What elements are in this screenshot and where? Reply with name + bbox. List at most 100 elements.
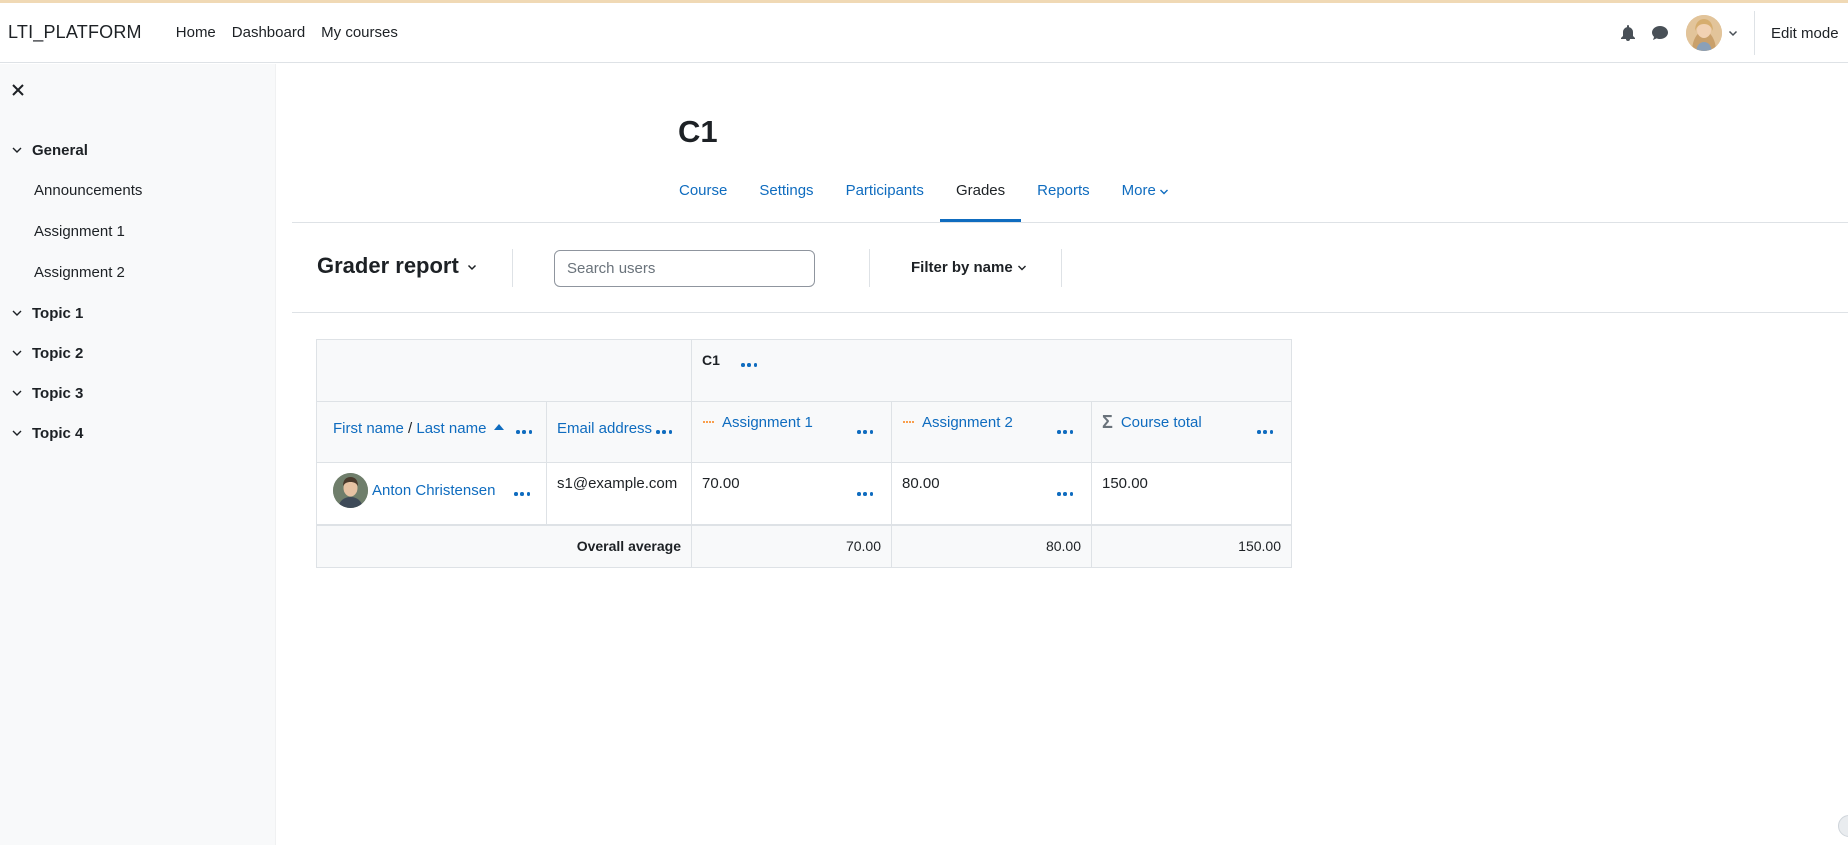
drawer-section-topic-4[interactable]: Topic 4 xyxy=(0,413,276,453)
top-navbar: LTI_PLATFORM Home Dashboard My courses E… xyxy=(0,3,1848,63)
drawer-section-label: Topic 2 xyxy=(32,344,84,362)
drawer-section-general[interactable]: General xyxy=(0,130,276,170)
site-brand[interactable]: LTI_PLATFORM xyxy=(8,22,142,43)
course-index-drawer: General Announcements Assignment 1 Assig… xyxy=(0,64,276,845)
drawer-item-assignment-2[interactable]: Assignment 2 xyxy=(0,252,276,293)
sort-email-link[interactable]: Email address xyxy=(557,420,652,437)
grade-cell-assignment-2[interactable]: 80.00 xyxy=(891,462,1092,525)
grade-actions-icon[interactable] xyxy=(857,491,873,497)
chat-bubble-icon[interactable] xyxy=(1649,22,1671,44)
course-index: General Announcements Assignment 1 Assig… xyxy=(0,130,276,453)
drawer-section-topic-1[interactable]: Topic 1 xyxy=(0,293,276,333)
divider xyxy=(869,249,870,287)
overall-average-row: Overall average 70.00 80.00 150.00 xyxy=(316,523,1292,568)
assignment-icon xyxy=(703,421,715,423)
user-name-link[interactable]: Anton Christensen xyxy=(372,482,495,499)
tab-more-label: More xyxy=(1121,182,1156,199)
average-value: 80.00 xyxy=(1045,537,1081,554)
grade-value: 150.00 xyxy=(1102,475,1148,492)
report-selector[interactable]: Grader report xyxy=(317,253,477,279)
assignment-2-actions-icon[interactable] xyxy=(1057,429,1073,435)
user-menu[interactable] xyxy=(1686,15,1738,51)
email-column-actions-icon[interactable] xyxy=(656,429,672,435)
tab-grades[interactable]: Grades xyxy=(939,176,1022,222)
course-total-header-link[interactable]: Course total xyxy=(1121,414,1202,431)
average-label: Overall average xyxy=(576,537,681,554)
assignment-1-actions-icon[interactable] xyxy=(857,429,873,435)
chevron-down-icon xyxy=(12,390,22,396)
user-cell: Anton Christensen xyxy=(316,462,547,525)
grade-actions-icon[interactable] xyxy=(1057,491,1073,497)
drawer-item-assignment-1[interactable]: Assignment 1 xyxy=(0,211,276,252)
tab-settings[interactable]: Settings xyxy=(743,176,829,222)
item-header-row: First name / Last name Email address Ass… xyxy=(316,401,1292,463)
drawer-section-topic-3[interactable]: Topic 3 xyxy=(0,373,276,413)
nav-home[interactable]: Home xyxy=(176,24,216,41)
chevron-down-icon xyxy=(12,350,22,356)
drawer-section-topic-2[interactable]: Topic 2 xyxy=(0,333,276,373)
name-header-cell: First name / Last name xyxy=(316,401,547,463)
edit-mode-toggle[interactable]: Edit mode xyxy=(1754,11,1848,55)
avatar xyxy=(1686,15,1722,51)
search-users-input[interactable] xyxy=(554,250,815,287)
edit-mode-label: Edit mode xyxy=(1771,24,1839,42)
grade-value: 80.00 xyxy=(902,475,940,492)
divider xyxy=(1061,249,1062,287)
course-total-header-cell: Σ Course total xyxy=(1091,401,1292,463)
primary-nav: Home Dashboard My courses xyxy=(168,24,406,41)
nav-my-courses[interactable]: My courses xyxy=(321,24,398,41)
tab-participants[interactable]: Participants xyxy=(830,176,940,222)
page-title: C1 xyxy=(678,114,718,149)
chevron-down-icon xyxy=(1017,265,1026,270)
drawer-item-announcements[interactable]: Announcements xyxy=(0,170,276,211)
average-label-cell: Overall average xyxy=(316,523,692,568)
average-value: 70.00 xyxy=(845,537,881,554)
grader-report-table: C1 First name / Last name Email address … xyxy=(316,339,1292,568)
grade-cell-course-total: 150.00 xyxy=(1091,462,1292,525)
navbar-right: Edit mode xyxy=(1612,3,1848,63)
help-button[interactable] xyxy=(1838,815,1848,837)
assignment-2-header-link[interactable]: Assignment 2 xyxy=(922,414,1013,431)
name-separator: / xyxy=(403,420,417,437)
sort-first-name-link[interactable]: First name xyxy=(333,420,404,437)
divider xyxy=(512,249,513,287)
tertiary-navigation: Grader report Filter by name xyxy=(292,223,1848,313)
assignment-1-header-cell: Assignment 1 xyxy=(691,401,892,463)
user-actions-icon[interactable] xyxy=(514,491,530,497)
email-cell: s1@example.com xyxy=(546,462,692,525)
secondary-nav: Course Settings Participants Grades Repo… xyxy=(663,176,1185,222)
filter-by-name-button[interactable]: Filter by name xyxy=(911,259,1027,276)
tab-more[interactable]: More xyxy=(1106,176,1185,222)
tab-reports[interactable]: Reports xyxy=(1021,176,1106,222)
category-name: C1 xyxy=(702,352,720,368)
assignment-2-header-cell: Assignment 2 xyxy=(891,401,1092,463)
avatar[interactable] xyxy=(333,473,368,508)
email-header-cell: Email address xyxy=(546,401,692,463)
assignment-icon xyxy=(903,421,915,423)
sort-last-name-link[interactable]: Last name xyxy=(416,420,486,437)
chevron-down-icon xyxy=(12,310,22,316)
category-header-row: C1 xyxy=(316,339,1292,402)
bell-icon[interactable] xyxy=(1617,22,1639,44)
category-actions-icon[interactable] xyxy=(741,362,757,368)
drawer-section-label: Topic 3 xyxy=(32,384,84,402)
sort-ascending-icon xyxy=(494,424,505,430)
close-icon[interactable] xyxy=(10,82,26,98)
average-value: 150.00 xyxy=(1238,537,1281,554)
average-cell-course-total: 150.00 xyxy=(1091,523,1292,568)
chevron-down-icon xyxy=(1728,30,1738,37)
course-total-actions-icon[interactable] xyxy=(1257,429,1273,435)
average-cell-assignment-2: 80.00 xyxy=(891,523,1092,568)
tab-course[interactable]: Course xyxy=(663,176,743,222)
report-selector-label: Grader report xyxy=(317,253,459,278)
assignment-1-header-link[interactable]: Assignment 1 xyxy=(722,414,813,431)
grade-cell-assignment-1[interactable]: 70.00 xyxy=(691,462,892,525)
drawer-section-label: Topic 1 xyxy=(32,304,84,322)
chevron-down-icon xyxy=(12,430,22,436)
nav-dashboard[interactable]: Dashboard xyxy=(232,24,305,41)
chevron-down-icon xyxy=(12,147,22,153)
average-cell-assignment-1: 70.00 xyxy=(691,523,892,568)
drawer-section-label: Topic 4 xyxy=(32,424,84,442)
name-column-actions-icon[interactable] xyxy=(516,429,532,435)
grade-value: 70.00 xyxy=(702,475,740,492)
